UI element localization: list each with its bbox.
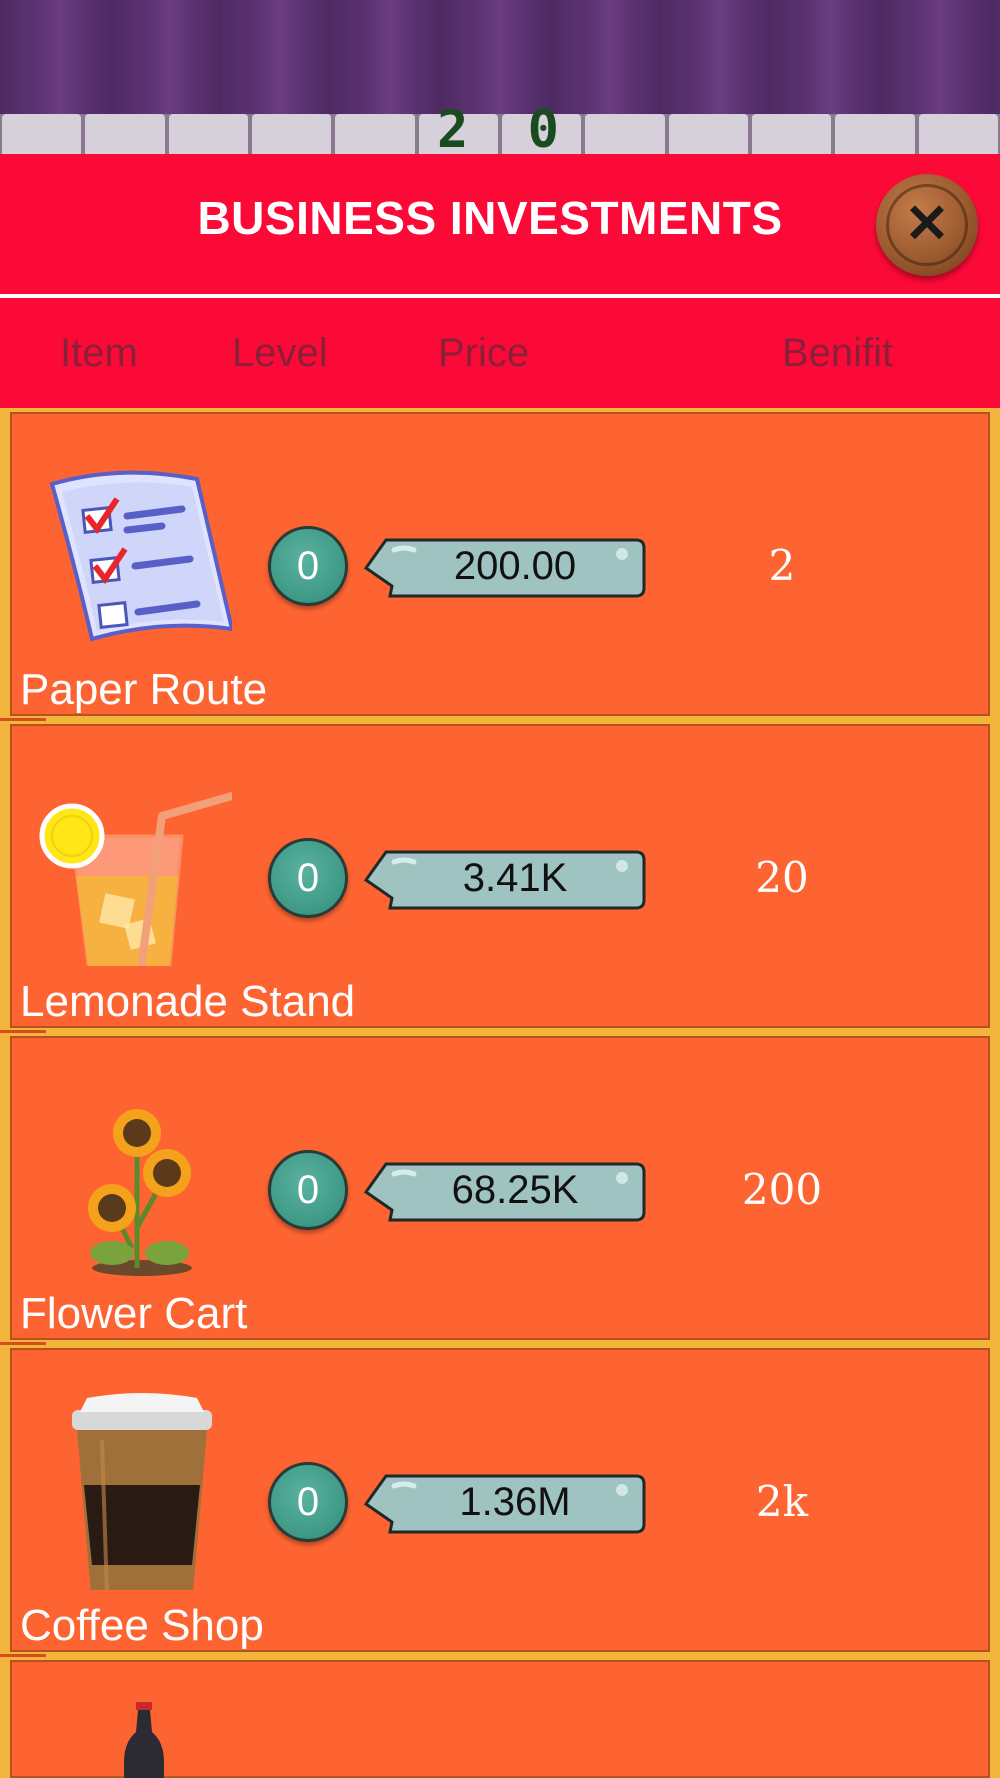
checklist-icon <box>32 454 235 654</box>
level-badge: 0 <box>268 1462 348 1542</box>
price-value: 68.25K <box>451 1168 579 1212</box>
list-item[interactable]: 0 1.36M 2k Coffee Shop <box>10 1348 990 1652</box>
row-divider <box>0 1654 46 1657</box>
column-benefit: Benifit <box>782 331 894 375</box>
column-header: Item Level Price Benifit <box>0 298 1000 408</box>
curtain-background <box>0 0 1000 115</box>
benefit-value: 2k <box>755 1477 809 1526</box>
level-badge: 0 <box>268 526 348 606</box>
investment-list[interactable]: 0 200.00 2 Paper Route 0 3.41K 20 Lemona… <box>0 408 1000 1778</box>
close-button[interactable]: ✕ <box>876 174 978 276</box>
level-badge: 0 <box>268 1150 348 1230</box>
buy-price-button[interactable]: 1.36M <box>364 1472 646 1536</box>
sunflower-icon <box>32 1078 232 1278</box>
buy-price-button[interactable]: 68.25K <box>364 1160 646 1224</box>
benefit-value: 2 <box>768 541 796 590</box>
column-item: Item <box>60 331 138 375</box>
row-divider <box>0 718 46 721</box>
level-badge: 0 <box>268 838 348 918</box>
item-name: Paper Route <box>20 665 268 714</box>
title-bar: BUSINESS INVESTMENTS ✕ <box>0 154 1000 294</box>
list-item[interactable]: 0 68.25K 200 Flower Cart <box>10 1036 990 1340</box>
column-level: Level <box>232 331 328 375</box>
score-display: 2 0 <box>437 100 573 160</box>
item-name: Coffee Shop <box>20 1601 264 1650</box>
benefit-value: 200 <box>741 1165 823 1214</box>
item-name: Flower Cart <box>20 1289 248 1338</box>
price-value: 1.36M <box>459 1480 571 1524</box>
coffee-cup-icon <box>32 1390 232 1605</box>
bottle-icon <box>122 1702 166 1778</box>
level-value: 0 <box>296 544 320 588</box>
page-title: BUSINESS INVESTMENTS <box>197 192 783 244</box>
buy-price-button[interactable]: 3.41K <box>364 848 646 912</box>
level-value: 0 <box>296 1168 320 1212</box>
row-divider <box>0 1342 46 1345</box>
list-item[interactable]: 0 3.41K 20 Lemonade Stand <box>10 724 990 1028</box>
item-name: Lemonade Stand <box>20 977 356 1026</box>
close-icon: ✕ <box>904 194 950 254</box>
level-value: 0 <box>296 856 320 900</box>
list-item[interactable]: 0 200.00 2 Paper Route <box>10 412 990 716</box>
price-value: 3.41K <box>462 856 568 900</box>
buy-price-button[interactable]: 200.00 <box>364 536 646 600</box>
lemonade-icon <box>32 766 236 1002</box>
level-value: 0 <box>296 1480 320 1524</box>
row-divider <box>0 1030 46 1033</box>
benefit-value: 20 <box>755 853 809 902</box>
column-price: Price <box>438 331 530 375</box>
price-value: 200.00 <box>453 544 577 588</box>
list-item[interactable] <box>10 1660 990 1778</box>
